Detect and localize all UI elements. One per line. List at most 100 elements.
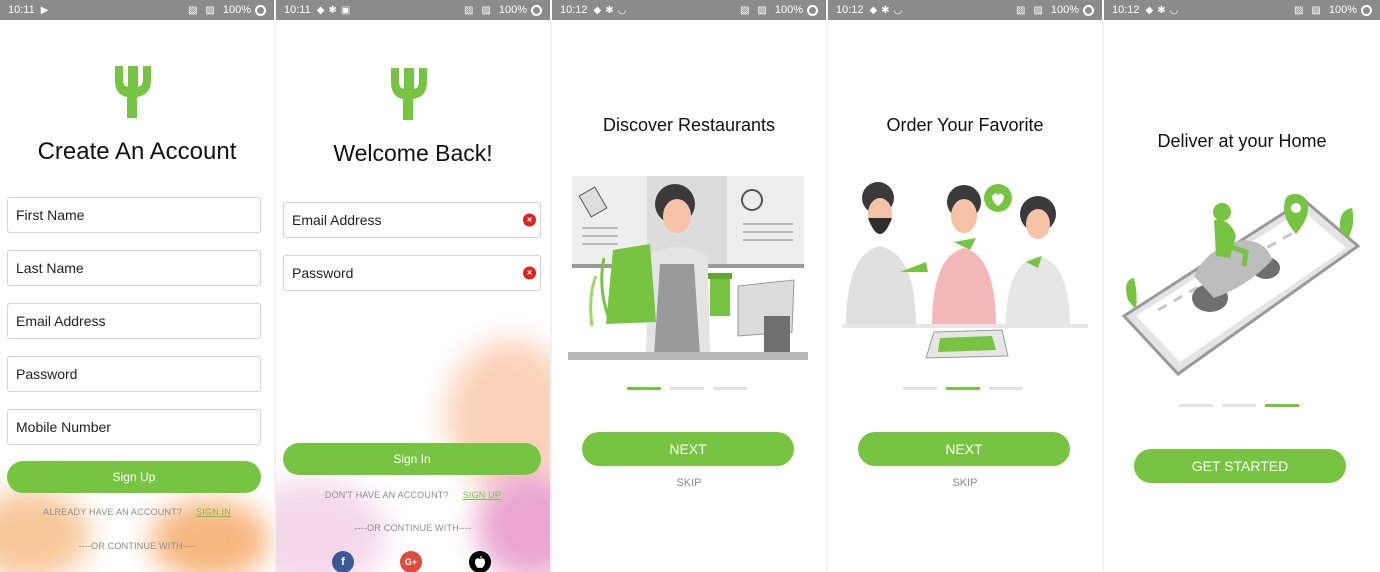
next-button[interactable]: NEXT bbox=[858, 432, 1070, 466]
page-dot bbox=[1222, 404, 1256, 407]
notification-icon: ◆ bbox=[316, 4, 325, 16]
sign-in-link[interactable]: SIGN IN bbox=[196, 507, 231, 517]
notification-icon: ◆ bbox=[1145, 4, 1154, 16]
signal-icon: ▨ bbox=[1015, 4, 1026, 16]
no-account-text: DON'T HAVE AN ACCOUNT? bbox=[324, 490, 449, 500]
password-field[interactable]: Password × bbox=[283, 255, 541, 291]
apple-icon[interactable] bbox=[469, 551, 491, 572]
battery-percent: 100% bbox=[1328, 4, 1357, 16]
onboarding-deliver-screen: 10:12 ◆ ✱ ◡ ▨ ▨ 100% Deliver at your Hom… bbox=[1104, 0, 1380, 572]
restaurant-counter-illustration bbox=[568, 176, 808, 360]
password-field-label: Password bbox=[292, 265, 354, 281]
onboarding-order-screen: 10:12 ◆ ✱ ◡ ▨ ▨ 100% Order Your Favorite bbox=[828, 0, 1102, 572]
notification-icon: ◡ bbox=[1169, 4, 1179, 16]
or-continue-with-text: ----OR CONTINUE WITH---- bbox=[78, 541, 196, 551]
sign-up-link[interactable]: SIGN UP bbox=[463, 490, 501, 500]
battery-percent: 100% bbox=[222, 4, 251, 16]
play-icon: ▶ bbox=[40, 4, 49, 16]
wifi-icon: ▨ bbox=[757, 4, 767, 16]
page-dot bbox=[989, 387, 1023, 390]
page-indicator bbox=[903, 387, 1023, 390]
email-field[interactable]: Email Address bbox=[7, 303, 261, 339]
password-field[interactable]: Password bbox=[7, 356, 261, 392]
notification-icon: ✱ bbox=[328, 4, 337, 16]
page-dot-active bbox=[946, 387, 980, 390]
status-time: 10:12 bbox=[1112, 4, 1140, 16]
page-indicator bbox=[627, 387, 747, 390]
notification-icon: ◆ bbox=[593, 4, 602, 16]
skip-link[interactable]: SKIP bbox=[828, 477, 1102, 489]
fork-logo-icon bbox=[391, 68, 427, 120]
battery-percent: 100% bbox=[498, 4, 527, 16]
notification-icon: ✱ bbox=[605, 4, 614, 16]
facebook-icon[interactable]: f bbox=[332, 551, 354, 572]
status-time: 10:12 bbox=[836, 4, 864, 16]
signal-icon: ▨ bbox=[463, 4, 474, 16]
next-button[interactable]: NEXT bbox=[582, 432, 794, 466]
signal-icon: ▨ bbox=[739, 4, 750, 16]
battery-icon bbox=[807, 4, 818, 16]
status-bar: 10:12 ◆ ✱ ◡ ▨ ▨ 100% bbox=[552, 0, 826, 20]
status-bar: 10:11 ◆ ✱ ▣ ▨ ▨ 100% bbox=[276, 0, 550, 20]
signal-icon: ▨ bbox=[1293, 4, 1304, 16]
status-time: 10:12 bbox=[560, 4, 588, 16]
status-bar: 10:12 ◆ ✱ ◡ ▨ ▨ 100% bbox=[828, 0, 1102, 20]
onboarding-title: Order Your Favorite bbox=[886, 115, 1044, 135]
wifi-icon: ▨ bbox=[205, 4, 215, 16]
notification-icon: ✱ bbox=[881, 4, 890, 16]
notification-icon: ◡ bbox=[617, 4, 627, 16]
wifi-icon: ▨ bbox=[1311, 4, 1321, 16]
clear-icon[interactable]: × bbox=[523, 213, 536, 227]
page-dot bbox=[713, 387, 747, 390]
battery-percent: 100% bbox=[774, 4, 803, 16]
image-icon: ▣ bbox=[340, 4, 351, 16]
fork-logo-icon bbox=[115, 66, 151, 118]
page-title: Welcome Back! bbox=[333, 140, 493, 166]
page-dot bbox=[1179, 404, 1213, 407]
friends-eating-illustration bbox=[842, 182, 1088, 359]
wifi-icon: ▨ bbox=[1033, 4, 1043, 16]
or-continue-with-text: ----OR CONTINUE WITH---- bbox=[354, 523, 472, 533]
mobile-number-field[interactable]: Mobile Number bbox=[7, 409, 261, 445]
signal-icon: ▨ bbox=[187, 4, 198, 16]
onboarding-title: Discover Restaurants bbox=[602, 115, 776, 135]
signin-screen: 10:11 ◆ ✱ ▣ ▨ ▨ 100% Welcome Back! Email… bbox=[276, 0, 550, 572]
email-field-label: Email Address bbox=[292, 212, 382, 228]
page-title: Create An Account bbox=[37, 138, 237, 165]
battery-percent: 100% bbox=[1050, 4, 1079, 16]
clear-icon[interactable]: × bbox=[523, 266, 536, 280]
page-dot-active bbox=[627, 387, 661, 390]
battery-icon bbox=[531, 4, 542, 16]
last-name-field[interactable]: Last Name bbox=[7, 250, 261, 286]
background-blob bbox=[0, 490, 90, 572]
page-dot bbox=[670, 387, 704, 390]
apple-logo-icon bbox=[475, 556, 485, 568]
get-started-button[interactable]: GET STARTED bbox=[1134, 449, 1346, 483]
battery-icon bbox=[255, 4, 266, 16]
app-screens-collage: 10:11 ▶ ▨ ▨ 100% Create An Account First… bbox=[0, 0, 1380, 572]
have-account-text: ALREADY HAVE AN ACCOUNT? bbox=[43, 507, 183, 517]
status-time: 10:11 bbox=[8, 4, 35, 16]
page-indicator bbox=[1179, 404, 1299, 407]
notification-icon: ◆ bbox=[869, 4, 878, 16]
status-time: 10:11 bbox=[284, 4, 311, 16]
onboarding-title: Deliver at your Home bbox=[1157, 131, 1327, 151]
google-plus-icon[interactable]: G+ bbox=[400, 551, 422, 572]
battery-icon bbox=[1361, 4, 1372, 16]
page-dot bbox=[903, 387, 937, 390]
sign-up-button[interactable]: Sign Up bbox=[7, 461, 261, 493]
wifi-icon: ▨ bbox=[481, 4, 491, 16]
email-field[interactable]: Email Address × bbox=[283, 202, 541, 238]
notification-icon: ◡ bbox=[893, 4, 903, 16]
skip-link[interactable]: SKIP bbox=[552, 477, 826, 489]
notification-icon: ✱ bbox=[1157, 4, 1166, 16]
signup-screen: 10:11 ▶ ▨ ▨ 100% Create An Account First… bbox=[0, 0, 274, 572]
status-bar: 10:12 ◆ ✱ ◡ ▨ ▨ 100% bbox=[1104, 0, 1380, 20]
page-dot-active bbox=[1265, 404, 1299, 407]
sign-in-button[interactable]: Sign In bbox=[283, 443, 541, 475]
status-bar: 10:11 ▶ ▨ ▨ 100% bbox=[0, 0, 274, 20]
onboarding-discover-screen: 10:12 ◆ ✱ ◡ ▨ ▨ 100% Discover Restaurant… bbox=[552, 0, 826, 572]
battery-icon bbox=[1083, 4, 1094, 16]
first-name-field[interactable]: First Name bbox=[7, 197, 261, 233]
scooter-delivery-illustration bbox=[1121, 194, 1361, 376]
